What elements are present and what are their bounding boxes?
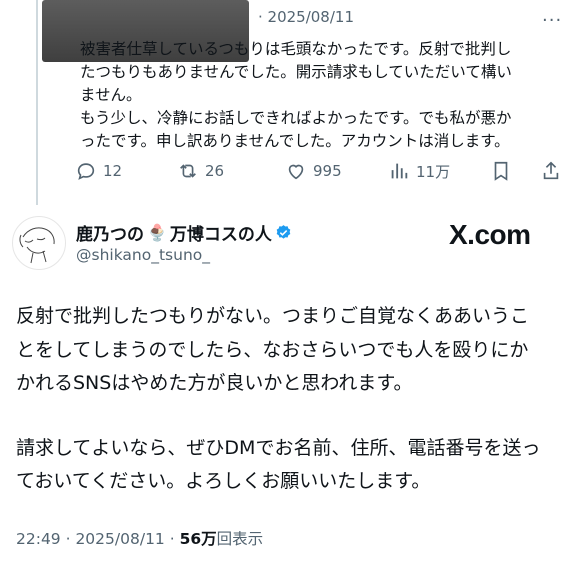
views-label: 回表示 <box>216 530 264 548</box>
reply-line: もう少し、冷静にお話しできればよかったです。でも私が悪か <box>80 109 512 127</box>
reply-date[interactable]: · 2025/08/11 <box>258 8 354 26</box>
author-handle[interactable]: @shikano_tsuno_ <box>76 246 210 264</box>
bookmark-icon <box>494 161 508 181</box>
main-line: ておいてください。よろしくお願いいたします。 <box>16 470 431 492</box>
avatar[interactable] <box>12 216 66 270</box>
repost-button[interactable]: 26 <box>177 160 224 182</box>
views-number: 56万 <box>179 530 217 548</box>
tweet-timestamp[interactable]: 22:49 · 2025/08/11 · <box>16 530 180 548</box>
main-tweet-text: 反射で批判したつもりがない。つまりご自覚なくああいうこ とをしてしまうのでしたら… <box>16 300 572 499</box>
views-icon <box>391 163 408 179</box>
more-icon[interactable]: ··· <box>542 10 562 31</box>
views-count: 11万 <box>416 162 451 181</box>
reply-count: 12 <box>103 162 123 180</box>
like-button[interactable]: 995 <box>285 160 342 182</box>
views-button[interactable]: 11万 <box>388 160 450 182</box>
like-count: 995 <box>313 162 342 180</box>
author-header: 鹿乃つの 🍨 万博コスの人 @shikano_tsuno_ X.com <box>0 210 580 280</box>
main-line: 反射で批判したつもりがない。つまりご自覚なくああいうこ <box>16 305 530 327</box>
author-name-suffix: 万博コスの人 <box>169 225 272 245</box>
reply-line: ったです。申し訳ありませんでした。アカウントは消します。 <box>80 132 510 150</box>
share-icon <box>543 161 559 180</box>
like-icon <box>288 164 304 180</box>
reply-button[interactable]: 12 <box>75 160 122 182</box>
repost-count: 26 <box>205 162 225 180</box>
reply-line: 被害者仕草しているつもりは毛頭なかったです。反射で批判し <box>80 40 512 58</box>
main-line: かれるSNSはやめた方が良いかと思われます。 <box>16 372 413 394</box>
tweet-action-bar: 12 26 995 11万 <box>75 160 570 186</box>
xcom-watermark: X.com <box>449 219 531 250</box>
reply-line: ません。 <box>80 86 142 104</box>
reply-icon <box>77 163 95 180</box>
shaved-ice-emoji: 🍨 <box>147 223 167 242</box>
thread-connector-line <box>36 0 38 205</box>
bookmark-button[interactable] <box>490 160 512 182</box>
avatar-sketch <box>19 227 55 264</box>
reply-tweet-text: 被害者仕草しているつもりは毛頭なかったです。反射で批判し たつもりもありませんで… <box>80 38 560 153</box>
author-name[interactable]: 鹿乃つの 🍨 万博コスの人 <box>76 220 292 245</box>
share-button[interactable] <box>540 160 562 182</box>
main-line: とをしてしまうのでしたら、なおさらいつでも人を殴りにか <box>16 338 529 361</box>
verified-icon <box>276 225 291 239</box>
tweet-metadata: 22:49 · 2025/08/11 · 56万回表示 <box>16 527 263 549</box>
main-line: 請求してよいなら、ぜひDMでお名前、住所、電話番号を送っ <box>16 436 541 459</box>
author-name-text: 鹿乃つの <box>76 225 144 245</box>
reply-line: たつもりもありませんでした。開示請求もしていただいて構い <box>80 63 512 81</box>
repost-icon <box>180 164 196 178</box>
